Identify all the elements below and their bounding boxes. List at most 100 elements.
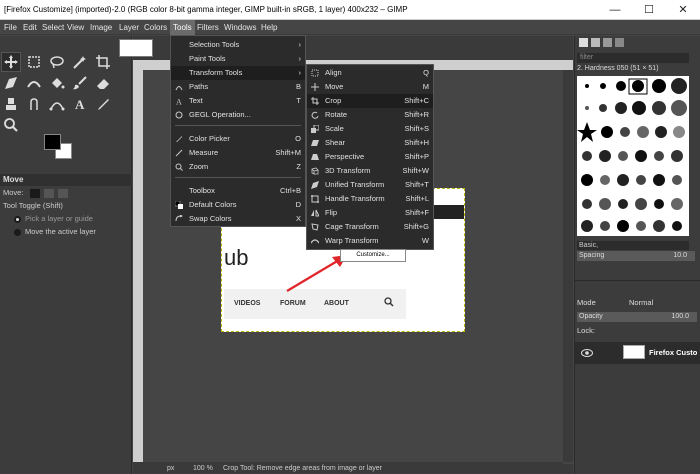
menu-item-scale[interactable]: Scale Shift+S bbox=[307, 122, 433, 136]
menu-item-unified-transform[interactable]: Unified Transform Shift+T bbox=[307, 178, 433, 192]
menu-layer[interactable]: Layer bbox=[116, 20, 142, 35]
warp-tool-icon[interactable] bbox=[24, 73, 44, 93]
transform-tools-submenu: Align Q Move M Crop Shift+C Rotate Shift+R S… bbox=[306, 64, 434, 250]
menu-item-cage-transform[interactable]: Cage Transform Shift+G bbox=[307, 220, 433, 234]
menu-item-selection-tools[interactable]: Selection Tools › bbox=[171, 38, 305, 52]
menu-item-warp-transform[interactable]: Warp Transform W bbox=[307, 234, 433, 248]
radio-icon[interactable] bbox=[14, 228, 21, 236]
menu-image[interactable]: Image bbox=[87, 20, 115, 35]
opacity-slider[interactable]: Opacity 100.0 bbox=[577, 312, 697, 322]
move-layer-icon[interactable] bbox=[29, 188, 40, 198]
menu-item-shortcut: Shift+R bbox=[404, 110, 429, 119]
color-picker-icon[interactable] bbox=[93, 94, 113, 114]
menu-item-shortcut: Shift+H bbox=[404, 138, 429, 147]
align-icon bbox=[311, 69, 319, 77]
menu-item-paint-tools[interactable]: Paint Tools › bbox=[171, 52, 305, 66]
menu-item-handle-transform[interactable]: Handle Transform Shift+L bbox=[307, 192, 433, 206]
menu-filters[interactable]: Filters bbox=[194, 20, 222, 35]
opacity-value: 100.0 bbox=[671, 313, 689, 320]
menu-item-shear[interactable]: Shear Shift+H bbox=[307, 136, 433, 150]
menu-item-crop[interactable]: Crop Shift+C bbox=[307, 94, 433, 108]
menu-item-toolbox[interactable]: Toolbox Ctrl+B bbox=[171, 184, 305, 198]
menu-item-label: GEGL Operation... bbox=[189, 110, 251, 119]
smudge-tool-icon[interactable] bbox=[24, 94, 44, 114]
menu-item-label: Text bbox=[189, 96, 203, 105]
unified-transform-icon[interactable] bbox=[1, 73, 21, 93]
menu-item-shortcut: Ctrl+B bbox=[279, 186, 301, 195]
tool-toggle-label: Tool Toggle (Shift) bbox=[3, 201, 63, 210]
layer-row[interactable]: Firefox Custo bbox=[575, 342, 700, 364]
menu-item-default-colors[interactable]: Default Colors D bbox=[171, 198, 305, 212]
color-swatches[interactable] bbox=[44, 134, 74, 160]
move-selection-icon[interactable] bbox=[43, 188, 54, 198]
brush-tag[interactable]: Basic, bbox=[577, 241, 689, 250]
menu-colors[interactable]: Colors bbox=[141, 20, 170, 35]
zoom-select[interactable]: 100 % bbox=[193, 465, 213, 472]
menu-item-rotate[interactable]: Rotate Shift+R bbox=[307, 108, 433, 122]
menu-item-paths[interactable]: Paths B bbox=[171, 80, 305, 94]
document-tab-icon[interactable] bbox=[615, 38, 624, 47]
menu-item-text[interactable]: A Text T bbox=[171, 94, 305, 108]
zoom-tool-icon[interactable] bbox=[1, 115, 21, 135]
fuzzy-select-icon[interactable] bbox=[70, 52, 90, 72]
menu-file[interactable]: File bbox=[1, 20, 20, 35]
menu-item-align[interactable]: Align Q bbox=[307, 66, 433, 80]
maximize-button[interactable]: ☐ bbox=[632, 0, 666, 20]
minimize-button[interactable]: — bbox=[598, 0, 632, 20]
move-path-icon[interactable] bbox=[57, 188, 68, 198]
menu-item-shortcut: Shift+S bbox=[404, 124, 429, 133]
menu-view[interactable]: View bbox=[64, 20, 87, 35]
menu-select[interactable]: Select bbox=[39, 20, 67, 35]
align-tool-icon[interactable] bbox=[24, 52, 44, 72]
menu-item-3d-transform[interactable]: 3D Transform Shift+W bbox=[307, 164, 433, 178]
path-tool-icon[interactable] bbox=[47, 94, 67, 114]
menu-item-move[interactable]: Move M bbox=[307, 80, 433, 94]
image-tab-thumbnail[interactable] bbox=[119, 39, 153, 57]
eraser-icon[interactable] bbox=[93, 73, 113, 93]
menu-item-label: Transform Tools bbox=[189, 68, 243, 77]
menu-tools[interactable]: Tools bbox=[170, 20, 195, 35]
menu-item-shortcut: Shift+P bbox=[404, 152, 429, 161]
spacing-slider[interactable]: Spacing 10.0 bbox=[577, 251, 695, 261]
move-tool-icon[interactable] bbox=[1, 52, 21, 72]
menu-item-gegl[interactable]: GEGL Operation... bbox=[171, 108, 305, 122]
menu-item-swap-colors[interactable]: Swap Colors X bbox=[171, 212, 305, 226]
crop-tool-icon[interactable] bbox=[93, 52, 113, 72]
clone-tool-icon[interactable] bbox=[1, 94, 21, 114]
font-tab-icon[interactable] bbox=[603, 38, 612, 47]
menu-help[interactable]: Help bbox=[258, 20, 280, 35]
bucket-fill-icon[interactable] bbox=[47, 73, 67, 93]
menu-item-label: Perspective bbox=[325, 152, 365, 161]
option-pick-layer[interactable]: Pick a layer or guide bbox=[0, 212, 132, 225]
lasso-tool-icon[interactable] bbox=[47, 52, 67, 72]
brush-grid[interactable] bbox=[577, 76, 689, 236]
menu-item-measure[interactable]: Measure Shift+M bbox=[171, 146, 305, 160]
mode-select[interactable]: Normal bbox=[629, 298, 653, 307]
foreground-color[interactable] bbox=[44, 134, 61, 150]
menu-item-shortcut: T bbox=[296, 96, 301, 105]
menu-item-transform-tools[interactable]: Transform Tools › bbox=[171, 66, 305, 80]
svg-text:A: A bbox=[75, 97, 85, 112]
paintbrush-icon[interactable] bbox=[70, 73, 90, 93]
radio-icon[interactable] bbox=[14, 215, 21, 223]
pattern-tab-icon[interactable] bbox=[591, 38, 600, 47]
menu-item-perspective[interactable]: Perspective Shift+P bbox=[307, 150, 433, 164]
menu-item-label: Move bbox=[325, 82, 344, 91]
menu-item-label: Toolbox bbox=[189, 186, 215, 195]
vertical-scrollbar[interactable] bbox=[563, 70, 573, 462]
brush-filter-input[interactable]: filter bbox=[577, 53, 689, 63]
menu-item-color-picker[interactable]: Color Picker O bbox=[171, 132, 305, 146]
layer-thumbnail bbox=[623, 345, 645, 359]
menu-item-flip[interactable]: Flip Shift+F bbox=[307, 206, 433, 220]
text-tool-icon[interactable]: A bbox=[70, 94, 90, 114]
eye-icon[interactable] bbox=[581, 348, 593, 358]
right-dock: filter 2. Hardness 050 (51 × 51) Basic, … bbox=[574, 36, 700, 474]
brush-tab-icon[interactable] bbox=[579, 38, 588, 47]
menu-item-zoom[interactable]: Zoom Z bbox=[171, 160, 305, 174]
menu-item-label: Scale bbox=[325, 124, 344, 133]
close-button[interactable]: ✕ bbox=[666, 0, 700, 20]
option-move-active[interactable]: Move the active layer bbox=[0, 225, 132, 238]
menu-edit[interactable]: Edit bbox=[20, 20, 40, 35]
menu-windows[interactable]: Windows bbox=[221, 20, 259, 35]
unit-select[interactable]: px bbox=[167, 465, 174, 472]
